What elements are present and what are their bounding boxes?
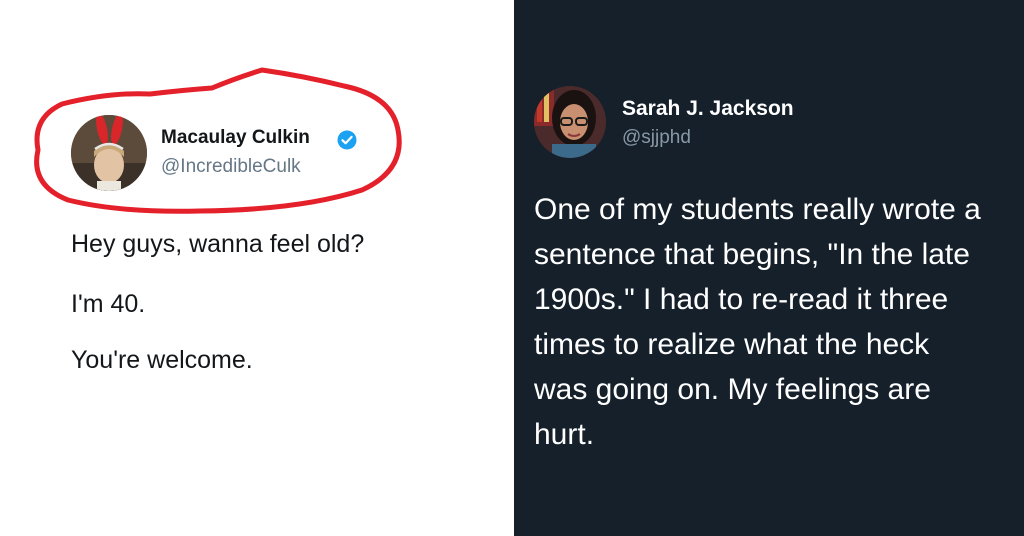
right-tweet-line: One of my students really wrote a xyxy=(534,193,981,226)
right-tweet-line: sentence that begins, "In the late xyxy=(534,238,970,271)
left-display-name[interactable]: Macaulay Culkin xyxy=(161,127,310,149)
right-tweet-body: One of my students really wrote a senten… xyxy=(534,187,1024,457)
right-tweet-line: times to realize what the heck xyxy=(534,328,930,361)
right-tweet-line: was going on. My feelings are xyxy=(534,373,931,406)
profile-photo-glasses-icon xyxy=(534,86,606,158)
left-handle[interactable]: @IncredibleCulk xyxy=(161,156,301,178)
right-tweet-line: 1900s." I had to re-read it three xyxy=(534,283,949,316)
left-tweet-panel xyxy=(0,0,514,536)
sarah-jackson-avatar[interactable] xyxy=(534,86,606,158)
profile-photo-bunny-ears-icon xyxy=(71,115,147,191)
right-handle[interactable]: @sjjphd xyxy=(622,127,691,149)
right-display-name[interactable]: Sarah J. Jackson xyxy=(622,97,794,121)
verified-badge-icon xyxy=(337,130,357,150)
left-tweet-line: I'm 40. xyxy=(71,290,146,318)
left-tweet-line: You're welcome. xyxy=(71,346,253,374)
macaulay-culkin-avatar[interactable] xyxy=(71,115,147,191)
right-tweet-line: hurt. xyxy=(534,418,595,451)
left-tweet-line: Hey guys, wanna feel old? xyxy=(71,230,365,258)
